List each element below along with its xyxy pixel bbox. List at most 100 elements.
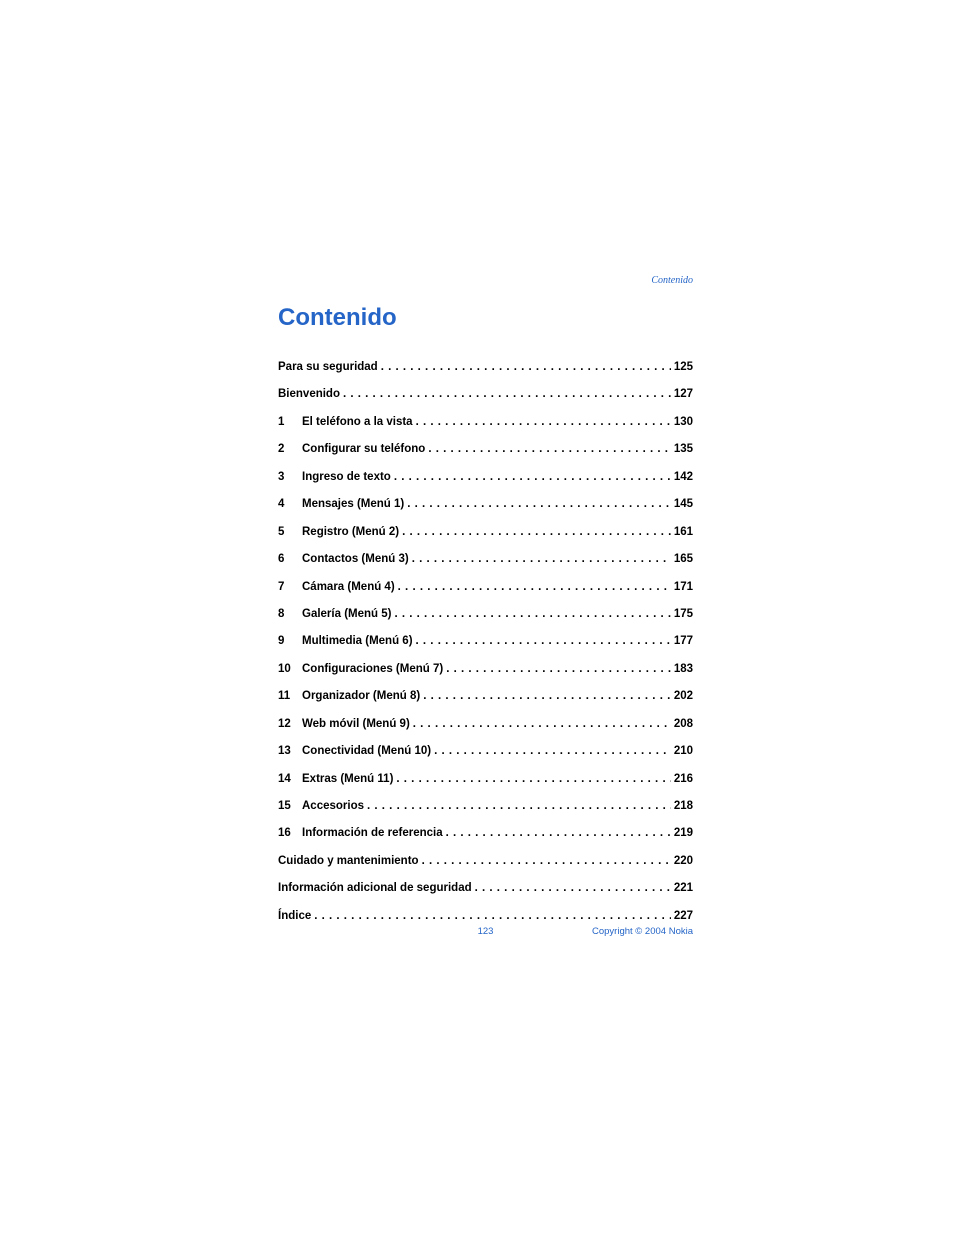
toc-entry-label: Ingreso de texto xyxy=(302,470,391,485)
toc-page-number: 165 xyxy=(674,552,693,567)
toc-entry-label: Web móvil (Menú 9) xyxy=(302,717,410,732)
toc-page-number: 218 xyxy=(674,799,693,814)
toc-entry: 5Registro (Menú 2) 161 xyxy=(278,525,693,540)
toc-entry-label: Para su seguridad xyxy=(278,360,378,375)
toc-leader-dots xyxy=(423,689,671,704)
toc-leader-dots xyxy=(367,799,671,814)
toc-entry: 9Multimedia (Menú 6) 177 xyxy=(278,634,693,649)
toc-leader-dots xyxy=(413,717,671,732)
toc-page-number: 145 xyxy=(674,497,693,512)
toc-chapter-number: 15 xyxy=(278,799,302,814)
table-of-contents: Para su seguridad125Bienvenido1271El tel… xyxy=(278,360,693,924)
toc-entry-label: Accesorios xyxy=(302,799,364,814)
toc-leader-dots xyxy=(446,662,671,677)
toc-leader-dots xyxy=(381,360,671,375)
toc-entry-label: Información de referencia xyxy=(302,826,443,841)
toc-chapter-number: 4 xyxy=(278,497,302,512)
toc-page-number: 202 xyxy=(674,689,693,704)
toc-entry: 11Organizador (Menú 8) 202 xyxy=(278,689,693,704)
toc-entry-label: Configuraciones (Menú 7) xyxy=(302,662,443,677)
toc-entry: 6Contactos (Menú 3)165 xyxy=(278,552,693,567)
toc-chapter-number: 7 xyxy=(278,580,302,595)
toc-page-number: 127 xyxy=(674,387,693,402)
toc-page-number: 227 xyxy=(674,909,693,924)
toc-page-number: 177 xyxy=(674,634,693,649)
toc-leader-dots xyxy=(475,881,671,896)
toc-chapter-number: 10 xyxy=(278,662,302,677)
toc-leader-dots xyxy=(434,744,671,759)
toc-leader-dots xyxy=(416,415,671,430)
toc-entry: 12Web móvil (Menú 9) 208 xyxy=(278,717,693,732)
toc-entry: Cuidado y mantenimiento 220 xyxy=(278,854,693,869)
toc-chapter-number: 1 xyxy=(278,415,302,430)
toc-leader-dots xyxy=(343,387,671,402)
toc-entry: 2Configurar su teléfono135 xyxy=(278,442,693,457)
toc-entry: 14Extras (Menú 11) 216 xyxy=(278,772,693,787)
toc-entry: Bienvenido 127 xyxy=(278,387,693,402)
toc-entry-label: Cuidado y mantenimiento xyxy=(278,854,419,869)
toc-chapter-number: 8 xyxy=(278,607,302,622)
toc-leader-dots xyxy=(422,854,671,869)
toc-page-number: 220 xyxy=(674,854,693,869)
toc-entry: Índice 227 xyxy=(278,909,693,924)
toc-entry: Para su seguridad 125 xyxy=(278,360,693,375)
toc-page-number: 221 xyxy=(674,881,693,896)
toc-entry: 8Galería (Menú 5) 175 xyxy=(278,607,693,622)
toc-chapter-number: 12 xyxy=(278,717,302,732)
toc-entry-label: Registro (Menú 2) xyxy=(302,525,399,540)
toc-entry-label: Organizador (Menú 8) xyxy=(302,689,420,704)
toc-leader-dots xyxy=(394,470,671,485)
toc-entry-label: Información adicional de seguridad xyxy=(278,881,472,896)
toc-page-number: 183 xyxy=(674,662,693,677)
toc-leader-dots xyxy=(398,580,671,595)
toc-page-number: 208 xyxy=(674,717,693,732)
toc-page-number: 219 xyxy=(674,826,693,841)
toc-entry: 4Mensajes (Menú 1) 145 xyxy=(278,497,693,512)
toc-entry-label: Bienvenido xyxy=(278,387,340,402)
toc-entry: 10Configuraciones (Menú 7) 183 xyxy=(278,662,693,677)
toc-entry-label: Contactos (Menú 3) xyxy=(302,552,409,567)
page-content: Contenido Contenido Para su seguridad125… xyxy=(278,278,693,936)
toc-page-number: 171 xyxy=(674,580,693,595)
toc-chapter-number: 3 xyxy=(278,470,302,485)
toc-leader-dots xyxy=(412,552,671,567)
toc-chapter-number: 2 xyxy=(278,442,302,457)
toc-chapter-number: 13 xyxy=(278,744,302,759)
toc-page-number: 210 xyxy=(674,744,693,759)
toc-entry-label: El teléfono a la vista xyxy=(302,415,413,430)
toc-chapter-number: 5 xyxy=(278,525,302,540)
toc-leader-dots xyxy=(416,634,671,649)
toc-page-number: 135 xyxy=(674,442,693,457)
toc-entry: 16Información de referencia 219 xyxy=(278,826,693,841)
toc-page-number: 175 xyxy=(674,607,693,622)
toc-leader-dots xyxy=(428,442,671,457)
toc-entry: 13Conectividad (Menú 10) 210 xyxy=(278,744,693,759)
toc-entry-label: Índice xyxy=(278,909,311,924)
toc-entry-label: Multimedia (Menú 6) xyxy=(302,634,413,649)
toc-entry-label: Conectividad (Menú 10) xyxy=(302,744,431,759)
toc-entry: 3Ingreso de texto 142 xyxy=(278,470,693,485)
toc-entry: 1El teléfono a la vista 130 xyxy=(278,415,693,430)
footer-page-number: 123 xyxy=(478,926,494,937)
toc-page-number: 125 xyxy=(674,360,693,375)
footer-copyright: Copyright © 2004 Nokia xyxy=(592,926,693,937)
toc-entry-label: Mensajes (Menú 1) xyxy=(302,497,404,512)
toc-entry-label: Extras (Menú 11) xyxy=(302,772,393,787)
toc-page-number: 130 xyxy=(674,415,693,430)
toc-page-number: 216 xyxy=(674,772,693,787)
toc-leader-dots xyxy=(314,909,671,924)
toc-chapter-number: 16 xyxy=(278,826,302,841)
toc-page-number: 161 xyxy=(674,525,693,540)
running-header: Contenido xyxy=(651,275,693,286)
toc-chapter-number: 11 xyxy=(278,689,302,704)
page-title: Contenido xyxy=(278,304,693,332)
toc-leader-dots xyxy=(402,525,671,540)
toc-chapter-number: 14 xyxy=(278,772,302,787)
toc-entry-label: Galería (Menú 5) xyxy=(302,607,391,622)
toc-leader-dots xyxy=(407,497,671,512)
toc-page-number: 142 xyxy=(674,470,693,485)
toc-leader-dots xyxy=(394,607,670,622)
toc-chapter-number: 9 xyxy=(278,634,302,649)
toc-entry: 15Accesorios 218 xyxy=(278,799,693,814)
toc-entry: Información adicional de seguridad 221 xyxy=(278,881,693,896)
